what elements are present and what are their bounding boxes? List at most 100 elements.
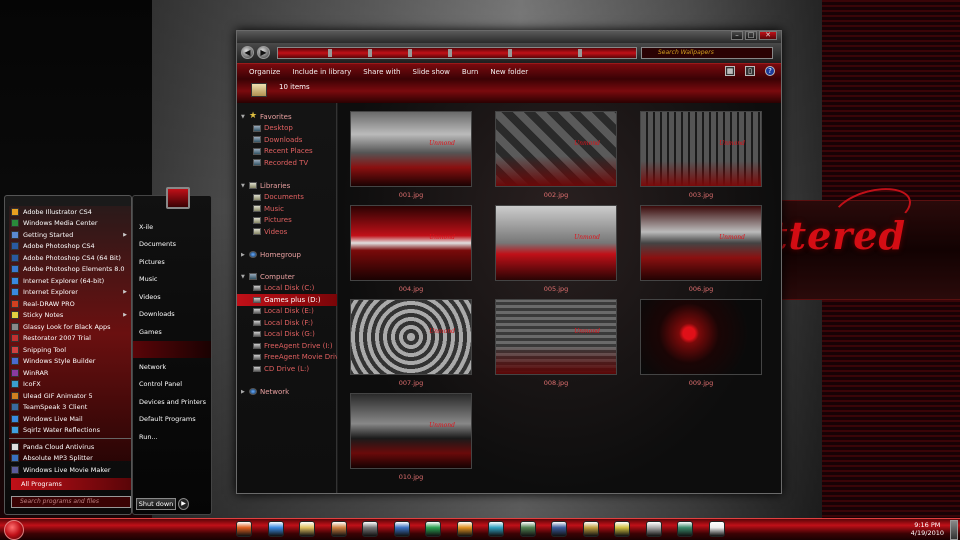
nav-item-drive-selected[interactable]: Games plus (D:) [237,294,337,306]
show-desktop-button[interactable] [950,520,958,540]
file-thumbnail[interactable]: 009.jpg [640,299,762,387]
shutdown-button[interactable]: Shut down [136,498,176,510]
back-button[interactable]: ◀ [241,46,254,59]
nav-item-documents[interactable]: Documents [237,192,337,204]
file-thumbnail[interactable]: Unmond 006.jpg [640,205,762,293]
file-thumbnail[interactable]: Unmond 002.jpg [495,111,617,199]
program-list-item[interactable]: Adobe Photoshop CS4 (64 Bit) [9,252,131,264]
program-list-item[interactable]: Windows Media Center [9,218,131,230]
program-list-item[interactable]: Ulead GIF Animator 5 [9,390,131,402]
start-link[interactable] [133,340,211,358]
start-link[interactable]: Run... [133,428,211,446]
organize-button[interactable]: Organize [237,68,286,76]
app-icon[interactable] [614,521,630,537]
file-thumbnail[interactable]: Unmond 001.jpg [350,111,472,199]
app-icon[interactable] [582,521,599,537]
nav-item-cd-drive[interactable]: CD Drive (L:) [237,363,337,375]
start-link[interactable]: Devices and Printers [133,393,211,411]
submenu-arrow-icon[interactable]: ▶ [123,289,127,295]
program-list-item[interactable]: Adobe Photoshop CS4 [9,241,131,253]
nav-item-drive[interactable]: Local Disk (G:) [237,329,337,341]
program-list-item[interactable]: Real-DRAW PRO [9,298,131,310]
clock[interactable]: 9:16 PM 4/19/2010 [911,521,944,537]
file-thumbnail[interactable]: Unmond 003.jpg [640,111,762,199]
program-list-item[interactable]: IcoFX [9,379,131,391]
app-icon[interactable] [425,521,441,537]
program-list-item[interactable]: Glassy Look for Black Apps [9,321,131,333]
program-list-item[interactable]: Windows Live Movie Maker [9,464,131,476]
nav-item-music[interactable]: Music [237,203,337,215]
start-link[interactable]: Videos [133,288,211,306]
start-button[interactable] [4,520,24,540]
nav-item-downloads[interactable]: Downloads [237,134,337,146]
address-bar[interactable] [277,47,637,59]
nav-item-videos[interactable]: Videos [237,226,337,238]
start-link[interactable]: Documents [133,236,211,254]
app-icon[interactable] [708,521,725,537]
program-list-item[interactable]: Restorator 2007 Trial [9,333,131,345]
start-link[interactable]: Default Programs [133,411,211,429]
app-icon[interactable] [456,521,473,537]
expand-arrow-icon[interactable]: ▶ [241,252,245,258]
help-icon[interactable]: ? [765,66,775,76]
nav-item-desktop[interactable]: Desktop [237,123,337,135]
new-folder-button[interactable]: New folder [484,68,534,76]
nav-libraries[interactable]: ▼ Libraries [237,180,337,192]
file-thumbnail[interactable]: Unmond 008.jpg [495,299,617,387]
view-options-icon[interactable]: ▦ [725,66,735,76]
nav-computer[interactable]: ▼ Computer [237,271,337,283]
nav-item-pictures[interactable]: Pictures [237,215,337,227]
program-list-item[interactable]: Adobe Photoshop Elements 8.0 [9,264,131,276]
program-list-item[interactable]: TeamSpeak 3 Client [9,402,131,414]
start-link[interactable]: Music [133,271,211,289]
submenu-arrow-icon[interactable]: ▶ [123,232,127,238]
program-list-item[interactable]: Sqirlz Water Reflections [9,425,131,437]
expand-arrow-icon[interactable]: ▼ [241,183,245,189]
nav-network[interactable]: ▶ Network [237,386,337,398]
nav-favorites[interactable]: ▼ ★ Favorites [237,111,337,123]
start-link[interactable]: Pictures [133,253,211,271]
app-icon[interactable] [677,521,693,537]
app-icon[interactable] [488,521,504,537]
close-button[interactable]: ✕ [759,31,777,40]
include-in-library-button[interactable]: Include in library [286,68,357,76]
search-input[interactable]: Search Wallpapers [641,47,773,59]
slide-show-button[interactable]: Slide show [407,68,456,76]
program-list-item[interactable]: Absolute MP3 Splitter [9,453,131,465]
expand-arrow-icon[interactable]: ▼ [241,114,245,120]
start-search-input[interactable]: Search programs and files [11,496,131,508]
all-programs-button[interactable]: All Programs [11,478,131,490]
expand-arrow-icon[interactable]: ▼ [241,274,245,280]
app-icon[interactable] [551,521,567,537]
program-list-item[interactable]: Windows Style Builder [9,356,131,368]
submenu-arrow-icon[interactable]: ▶ [123,312,127,318]
program-list-item[interactable]: Getting Started ▶ [9,229,131,241]
file-thumbnail[interactable]: Unmond 004.jpg [350,205,472,293]
program-list-item[interactable]: Internet Explorer ▶ [9,287,131,299]
program-list-item[interactable]: Sticky Notes ▶ [9,310,131,322]
media-player-icon[interactable] [330,521,347,537]
start-link[interactable]: Games [133,323,211,341]
nav-item-drive[interactable]: FreeAgent Drive (I:) [237,340,337,352]
file-thumbnail[interactable]: Unmond 010.jpg [350,393,472,481]
nav-item-drive[interactable]: Local Disk (C:) [237,283,337,295]
burn-button[interactable]: Burn [456,68,484,76]
maximize-button[interactable]: □ [745,31,757,40]
nav-homegroup[interactable]: ▶ Homegroup [237,249,337,261]
nav-item-drive[interactable]: Local Disk (E:) [237,306,337,318]
program-list-item[interactable]: Adobe Illustrator CS4 [9,206,131,218]
file-thumbnail[interactable]: Unmond 005.jpg [495,205,617,293]
internet-explorer-icon[interactable] [267,521,284,537]
program-list-item[interactable]: Internet Explorer (64-bit) [9,275,131,287]
photoshop-elements-icon[interactable] [393,521,410,537]
title-bar[interactable]: – □ ✕ [237,31,781,43]
program-list-item[interactable]: Snipping Tool [9,344,131,356]
nav-item-recorded-tv[interactable]: Recorded TV [237,157,337,169]
minimize-button[interactable]: – [731,31,743,40]
share-with-button[interactable]: Share with [357,68,406,76]
program-list-item[interactable]: WinRAR [9,367,131,379]
app-icon[interactable] [519,521,536,537]
app-icon[interactable] [362,521,378,537]
nav-item-drive[interactable]: FreeAgent Movie Drive ( [237,352,337,364]
app-icon[interactable] [645,521,662,537]
